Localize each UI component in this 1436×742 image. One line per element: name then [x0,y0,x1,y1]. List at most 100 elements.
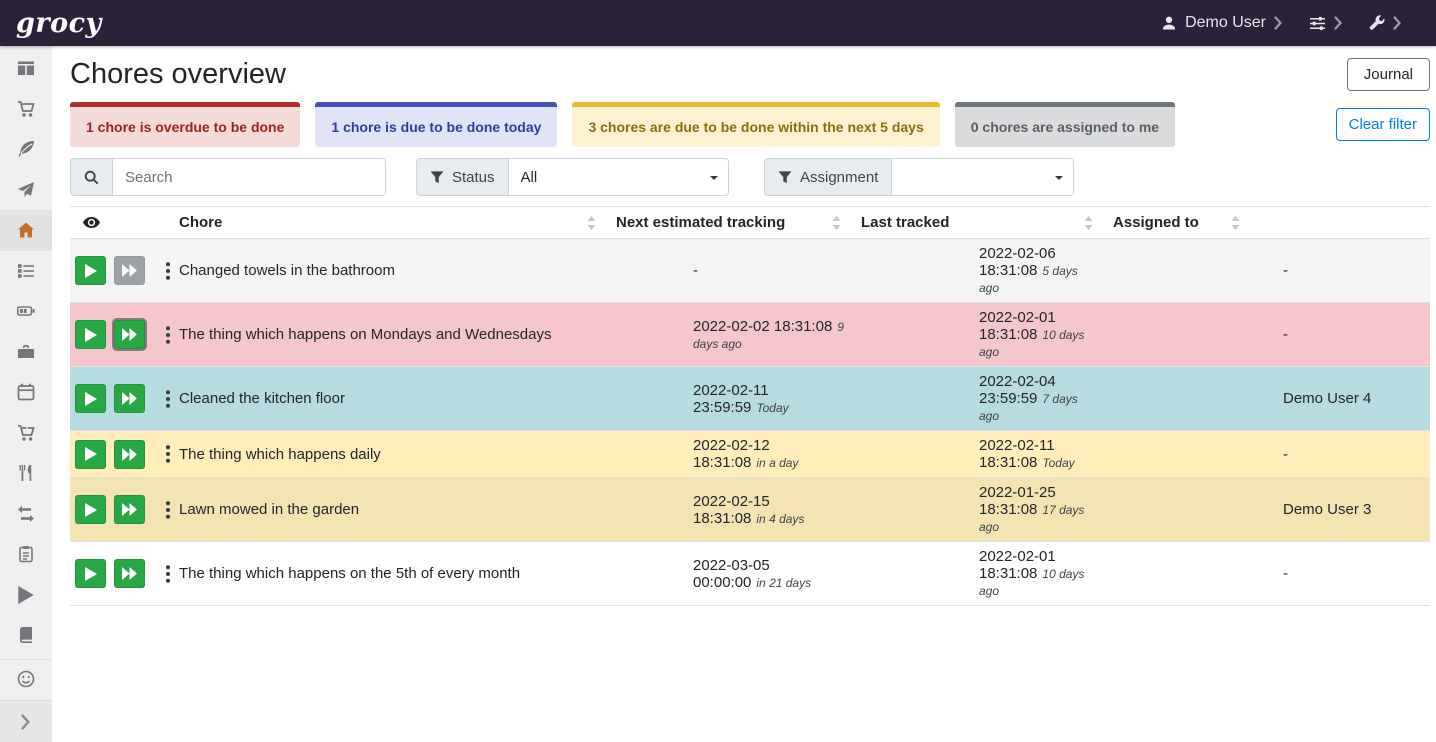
sort-icon [1084,216,1093,230]
track-chore-button[interactable] [75,440,106,469]
user-name: Demo User [1185,14,1266,32]
next-tracking-cell: 2022-02-02 18:31:089 days ago [608,303,853,367]
sidebar-item-play[interactable] [0,575,52,616]
skip-chore-button[interactable] [114,495,145,524]
chevron-right-icon [21,714,31,730]
sidebar-collapse-toggle[interactable] [0,700,52,742]
assignment-select[interactable] [891,158,1074,196]
skip-chore-button[interactable] [114,320,145,349]
chore-name-cell: The thing which happens on Mondays and W… [175,303,608,367]
chore-name-cell: Changed towels in the bathroom [175,239,608,303]
chore-row: The thing which happens on Mondays and W… [70,303,1430,367]
sidebar-item-home[interactable] [0,210,52,251]
sort-icon [832,216,841,230]
tasks-icon [17,262,35,280]
play-icon [85,503,97,517]
column-header-chore[interactable]: Chore [175,207,608,239]
book-icon [17,626,35,644]
sidebar-item-utensils[interactable] [0,453,52,494]
chore-row: Cleaned the kitchen floor 2022-02-11 23:… [70,367,1430,431]
column-header-assigned-to[interactable]: Assigned to [1105,207,1430,239]
sidebar-item-columns[interactable] [0,48,52,89]
track-chore-button[interactable] [75,495,106,524]
chore-menu-button[interactable] [159,559,177,588]
search-input[interactable] [112,158,386,196]
top-navbar: grocy Demo User [0,0,1436,46]
sidebar-item-battery[interactable] [0,291,52,332]
sidebar-item-feather[interactable] [0,129,52,170]
forward-icon [122,328,137,341]
cart-plus-icon [17,424,35,442]
sidebar-item-shopping-cart[interactable] [0,89,52,130]
home-icon [17,221,35,239]
track-chore-button[interactable] [75,384,106,413]
banner-overdue[interactable]: 1 chore is overdue to be done [70,102,300,147]
filter-icon [430,171,444,184]
banner-due-soon[interactable]: 3 chores are due to be done within the n… [572,102,939,147]
assigned-to-cell: - [1105,303,1430,367]
assignment-filter-label: Assignment [764,158,891,196]
chore-menu-button[interactable] [159,495,177,524]
sidebar-item-exchange[interactable] [0,494,52,535]
wrench-icon [1369,15,1385,31]
eye-icon [83,217,100,228]
skip-chore-button[interactable] [114,384,145,413]
track-chore-button[interactable] [75,559,106,588]
skip-chore-button[interactable] [114,559,145,588]
last-tracked-cell: 2022-02-06 18:31:085 days ago [853,239,1105,303]
sidebar-item-book[interactable] [0,615,52,656]
next-tracking-cell: 2022-02-11 23:59:59Today [608,367,853,431]
journal-button[interactable]: Journal [1347,58,1430,91]
forward-icon [122,448,137,461]
chore-name-cell: The thing which happens on the 5th of ev… [175,542,608,606]
track-chore-button[interactable] [75,256,106,285]
settings-menu[interactable] [1309,15,1343,32]
visibility-column-header[interactable] [70,207,175,239]
play-icon [85,567,97,581]
chore-menu-button[interactable] [159,320,177,349]
sidebar-nav [0,46,52,742]
sidebar-item-calendar[interactable] [0,372,52,413]
forward-icon [122,392,137,405]
main-content: Chores overview Journal 1 chore is overd… [52,46,1436,606]
chore-menu-button[interactable] [159,440,177,469]
sidebar-item-cart-plus[interactable] [0,413,52,454]
ellipsis-v-icon [166,501,170,519]
skip-chore-button[interactable] [114,256,145,285]
last-tracked-cell: 2022-02-04 23:59:597 days ago [853,367,1105,431]
columns-icon [17,59,35,77]
sidebar-item-toolbox[interactable] [0,332,52,373]
next-tracking-cell: 2022-03-05 00:00:00in 21 days [608,542,853,606]
status-filter-label: Status [416,158,508,196]
battery-icon [17,302,35,320]
status-select[interactable]: All [508,158,729,196]
assigned-to-cell: - [1105,239,1430,303]
play-icon [85,264,97,278]
user-menu[interactable]: Demo User [1161,14,1283,32]
column-header-last-tracked[interactable]: Last tracked [853,207,1105,239]
sliders-icon [1309,15,1326,32]
table-header-row: Chore Next estimated tracking Last track… [70,207,1430,239]
ellipsis-v-icon [166,326,170,344]
admin-menu[interactable] [1369,15,1402,31]
sidebar-item-tasks[interactable] [0,251,52,292]
banner-due-today[interactable]: 1 chore is due to be done today [315,102,557,147]
sidebar-item-paper-plane[interactable] [0,170,52,211]
column-header-next-tracking[interactable]: Next estimated tracking [608,207,853,239]
track-chore-button[interactable] [75,320,106,349]
last-tracked-cell: 2022-02-01 18:31:0810 days ago [853,542,1105,606]
chore-menu-button[interactable] [159,384,177,413]
clear-filter-button[interactable]: Clear filter [1336,108,1430,141]
chore-menu-button[interactable] [159,256,177,285]
assigned-to-cell: - [1105,542,1430,606]
search-icon-box [70,158,112,196]
banner-assigned-to-me[interactable]: 0 chores are assigned to me [955,102,1175,147]
smile-icon [17,670,35,688]
sidebar-item-smile[interactable] [0,659,52,700]
toolbox-icon [17,343,35,361]
skip-chore-button[interactable] [114,440,145,469]
sidebar-item-clipboard-list[interactable] [0,534,52,575]
grocy-logo[interactable]: grocy [16,8,102,39]
ellipsis-v-icon [166,390,170,408]
chore-row: The thing which happens daily 2022-02-12… [70,431,1430,478]
